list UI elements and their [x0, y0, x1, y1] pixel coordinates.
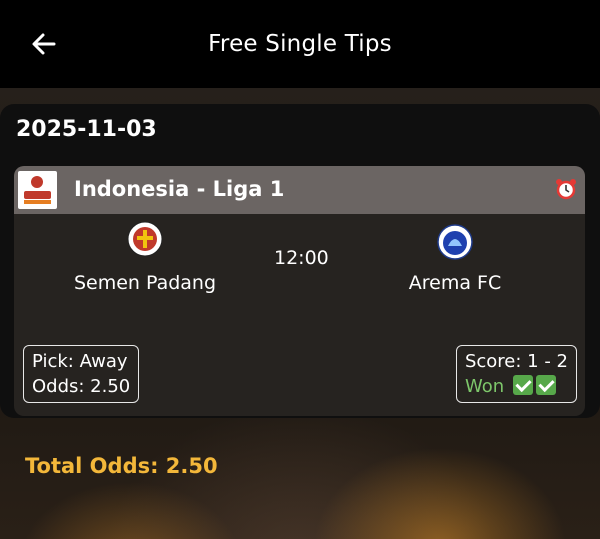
result-row: Won — [465, 374, 568, 399]
score-box: Score: 1 - 2 Won — [455, 345, 577, 403]
page-title: Free Single Tips — [208, 31, 392, 57]
home-team-name: Semen Padang — [73, 272, 217, 294]
alarm-clock-icon — [556, 179, 576, 200]
tip-date: 2025-11-03 — [16, 117, 157, 142]
app-bar: Free Single Tips — [0, 0, 600, 88]
total-odds: Total Odds: 2.50 — [25, 454, 218, 478]
back-button[interactable] — [28, 28, 60, 60]
arrow-left-icon — [32, 33, 56, 55]
check-mark-icon — [512, 375, 533, 395]
kickoff-time: 12:00 — [274, 247, 329, 269]
match-card[interactable]: Indonesia - Liga 1 Semen Padang 12:00 Ar… — [14, 166, 585, 416]
arema-fc-logo — [437, 224, 473, 260]
league-header: Indonesia - Liga 1 — [14, 166, 585, 214]
score-label: Score: 1 - 2 — [464, 351, 568, 372]
result-status: Won — [464, 376, 505, 397]
check-mark-icon — [535, 375, 556, 395]
league-logo — [18, 171, 57, 209]
pick-box: Pick: Away Odds: 2.50 — [23, 345, 140, 403]
odds-label: Odds: 2.50 — [32, 376, 131, 397]
pick-label: Pick: Away — [32, 351, 128, 372]
away-team-name: Arema FC — [408, 272, 502, 294]
league-name: Indonesia - Liga 1 — [74, 177, 285, 201]
semen-padang-logo — [127, 221, 163, 257]
